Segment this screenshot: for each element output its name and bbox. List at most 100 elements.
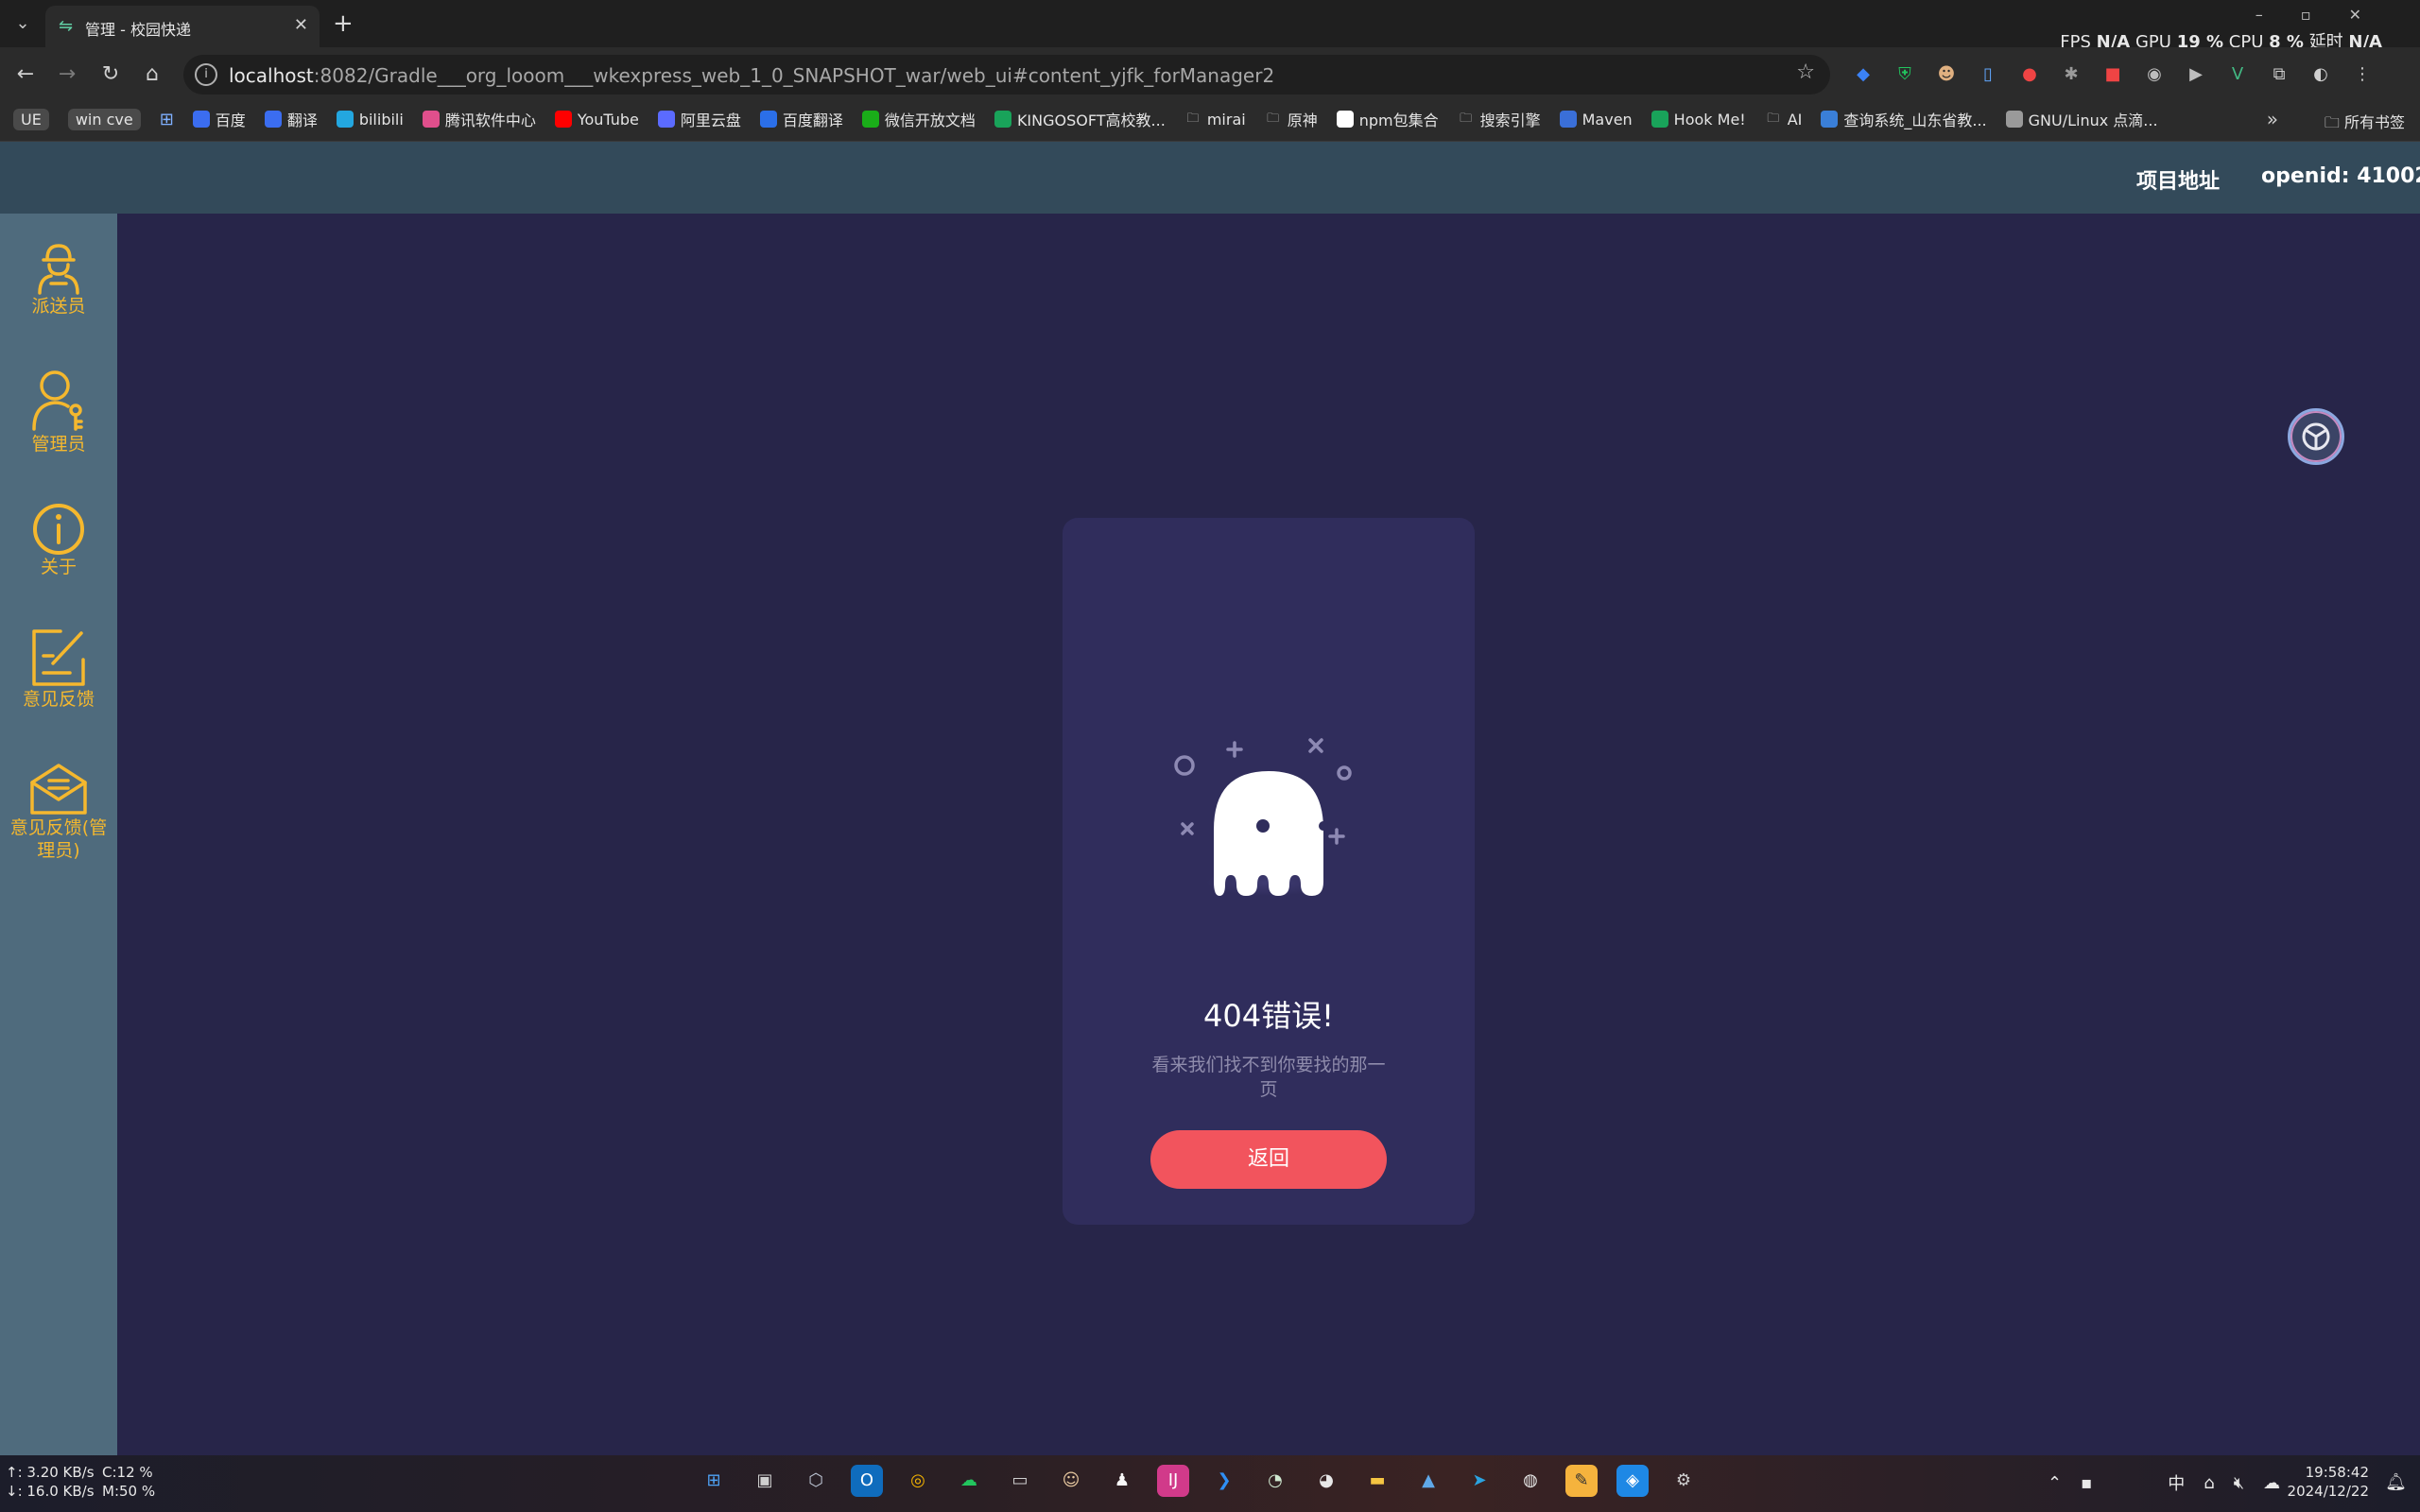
chrome-icon[interactable]: ◎: [902, 1465, 934, 1497]
bookmark-item[interactable]: 🗀 搜索引擎: [1458, 108, 1541, 130]
task-view-icon[interactable]: ▣: [749, 1465, 781, 1497]
circle-ext-icon[interactable]: ◉: [2140, 60, 2169, 89]
tray-app-icon[interactable]: ▪: [2081, 1473, 2092, 1493]
sidebar-item-feedback[interactable]: 意见反馈: [0, 627, 117, 711]
red-ext-icon[interactable]: ●: [2015, 60, 2044, 89]
bookmark-item[interactable]: Maven: [1559, 111, 1633, 129]
outlook-icon[interactable]: O: [851, 1465, 883, 1497]
app-cube-icon[interactable]: ⬡: [800, 1465, 832, 1497]
terminal-icon[interactable]: ▭: [1004, 1465, 1036, 1497]
project-address-link[interactable]: 项目地址: [2136, 164, 2220, 195]
bookmark-item[interactable]: 🗀 AI: [1765, 110, 1803, 129]
taskbar-apps: ⊞ ▣ ⬡ O ◎ ☁ ▭ ☺ ♟ IJ ❯ ◔ ◕ ▬ ▲ ➤ ◍ ✎ ◈ ⚙: [698, 1465, 1700, 1497]
bookmark-item[interactable]: 🗀 原神: [1265, 108, 1318, 130]
bookmark-item[interactable]: Hook Me!: [1651, 111, 1746, 129]
floating-assistant-button[interactable]: [2288, 408, 2344, 465]
browser-tab-active[interactable]: ⇋ 管理 - 校园快递 ✕: [45, 6, 320, 47]
mail-icon: [30, 764, 87, 815]
menu-kebab-icon[interactable]: ⋮: [2348, 60, 2377, 89]
info-icon: [33, 504, 84, 555]
error-card: 404错误! 看来我们找不到你要找的那一页 返回: [1063, 518, 1475, 1225]
bookmark-item[interactable]: bilibili: [336, 111, 404, 129]
intellij-icon[interactable]: IJ: [1157, 1465, 1189, 1497]
vue-ext-icon[interactable]: V: [2223, 60, 2252, 89]
folder-icon: 🗀: [1460, 112, 1473, 126]
vscode-icon[interactable]: ❯: [1208, 1465, 1240, 1497]
bookmark-item[interactable]: 阿里云盘: [657, 108, 741, 130]
taskbar-clock[interactable]: 19:58:42 2024/12/22: [2288, 1463, 2369, 1501]
forward-arrow-icon[interactable]: →: [53, 60, 81, 89]
qq-icon[interactable]: ♟: [1106, 1465, 1138, 1497]
bookmark-label: AI: [1787, 110, 1803, 129]
weather-cloud-icon[interactable]: ☁: [2263, 1473, 2280, 1493]
site-info-icon[interactable]: i: [195, 63, 217, 86]
back-button[interactable]: 返回: [1150, 1130, 1387, 1189]
telegram-icon[interactable]: ➤: [1463, 1465, 1495, 1497]
tab-close-icon[interactable]: ✕: [294, 15, 308, 35]
bookmark-item[interactable]: 🗀 mirai: [1184, 111, 1245, 129]
penguin-app-icon[interactable]: ◕: [1310, 1465, 1342, 1497]
diamond-ext-icon[interactable]: ◆: [1849, 60, 1877, 89]
avatar-app-icon[interactable]: ☺: [1055, 1465, 1087, 1497]
bookmark-item[interactable]: 微信开放文档: [861, 108, 976, 130]
tab-search-chevron-icon[interactable]: ⌄: [8, 11, 38, 36]
notes-app-icon[interactable]: ✎: [1565, 1465, 1598, 1497]
bookmark-item[interactable]: 腾讯软件中心: [422, 108, 536, 130]
bookmark-label: YouTube: [577, 110, 639, 129]
ime-indicator[interactable]: 中: [2168, 1470, 2185, 1495]
volume-muted-icon[interactable]: 🔇︎: [2234, 1473, 2244, 1493]
bookmark-favicon-icon: [1821, 111, 1839, 128]
start-windows-icon[interactable]: ⊞: [698, 1465, 730, 1497]
bookmark-item[interactable]: 翻译: [264, 108, 318, 130]
bookmark-item[interactable]: 百度: [192, 108, 246, 130]
bookmark-star-icon[interactable]: ☆: [1796, 60, 1815, 84]
url-text[interactable]: localhost:8082/Gradle___org_looom___wkex…: [229, 64, 1274, 87]
all-bookmarks-label: 所有书签: [2343, 113, 2405, 131]
tab-favicon-icon: ⇋: [59, 16, 74, 36]
address-bar[interactable]: i localhost:8082/Gradle___org_looom___wk…: [183, 55, 1830, 94]
all-bookmarks[interactable]: 🗀 所有书签: [2325, 110, 2405, 138]
doc-ext-icon[interactable]: ▯: [1974, 60, 2002, 89]
box-ext-icon[interactable]: ■: [2099, 60, 2127, 89]
bookmark-item[interactable]: 百度翻译: [759, 108, 843, 130]
bookmark-badge-wincve[interactable]: win cve: [67, 108, 141, 130]
bookmark-item[interactable]: KINGOSOFT高校教...: [994, 108, 1166, 130]
sidebar-item-feedback-admin[interactable]: 意见反馈(管理员): [0, 762, 117, 862]
puzzle-extensions-icon[interactable]: ⧉: [2265, 60, 2293, 89]
browser-app-icon[interactable]: ◈: [1616, 1465, 1649, 1497]
tray-chevron-up-icon[interactable]: ⌃: [2048, 1473, 2062, 1493]
new-tab-icon[interactable]: +: [333, 9, 354, 38]
file-explorer-icon[interactable]: ▬: [1361, 1465, 1393, 1497]
bug-ext-icon[interactable]: ✱: [2057, 60, 2085, 89]
sidebar-item-label: 关于: [40, 557, 77, 577]
back-arrow-icon[interactable]: ←: [11, 60, 40, 89]
obs-icon[interactable]: ◍: [1514, 1465, 1547, 1497]
bookmarks-overflow-icon[interactable]: »: [2267, 108, 2278, 130]
bookmark-item[interactable]: GNU/Linux 点滴...: [2005, 108, 2158, 130]
bookmark-item[interactable]: npm包集合: [1336, 108, 1439, 130]
sidebar-item-courier[interactable]: 派送员: [0, 242, 117, 318]
bookmark-label: 腾讯软件中心: [444, 112, 536, 129]
home-icon[interactable]: ⌂: [138, 60, 166, 89]
shield-ext-icon[interactable]: ⛨: [1891, 60, 1919, 89]
apps-grid-icon[interactable]: ⊞: [160, 110, 174, 129]
wechat-icon[interactable]: ☁: [953, 1465, 985, 1497]
sidebar-item-admin[interactable]: 管理员: [0, 369, 117, 455]
sidebar-item-about[interactable]: 关于: [0, 503, 117, 578]
photos-icon[interactable]: ▲: [1412, 1465, 1444, 1497]
bookmark-badge-ue[interactable]: UE: [13, 108, 49, 130]
notification-bell-icon[interactable]: 🔔︎: [2385, 1472, 2407, 1492]
media-ext-icon[interactable]: ▶: [2182, 60, 2210, 89]
bookmark-item[interactable]: 查询系统_山东省教...: [1821, 108, 1987, 130]
chat-app-icon[interactable]: ◔: [1259, 1465, 1291, 1497]
window-controls[interactable]: –▫✕: [2256, 6, 2399, 24]
bookmark-favicon-icon: [994, 111, 1011, 128]
bookmark-item[interactable]: YouTube: [554, 110, 639, 129]
bookmark-label: 原神: [1287, 112, 1318, 129]
network-icon[interactable]: ⌂: [2204, 1473, 2214, 1493]
profile-avatar-icon[interactable]: ◐: [2307, 60, 2335, 89]
sidebar-item-label: 意见反馈: [22, 689, 95, 710]
face-ext-icon[interactable]: ☻: [1932, 60, 1961, 89]
reload-icon[interactable]: ↻: [96, 60, 125, 89]
settings-gear-icon[interactable]: ⚙: [1668, 1465, 1700, 1497]
